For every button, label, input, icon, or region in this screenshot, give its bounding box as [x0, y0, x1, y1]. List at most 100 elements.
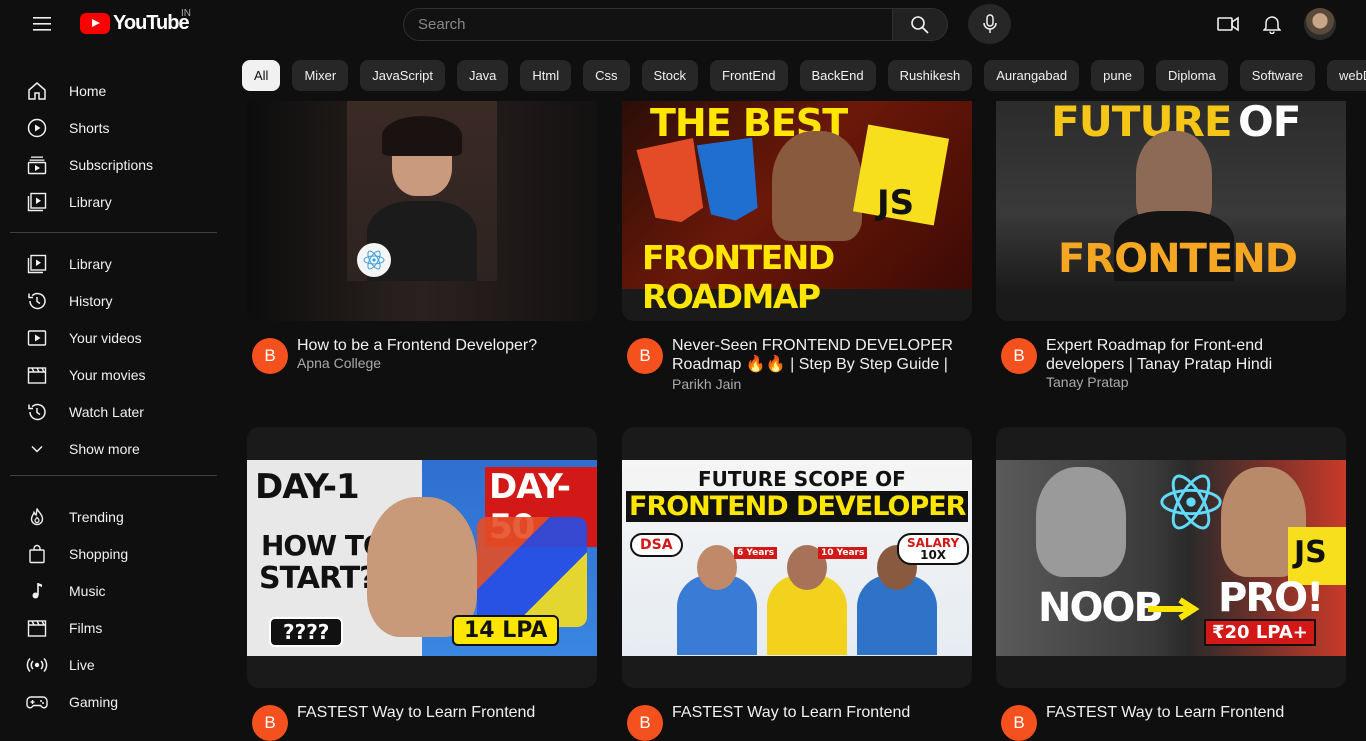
menu-icon[interactable]	[26, 8, 58, 40]
history-icon	[26, 290, 48, 312]
chip-webdev[interactable]: webDev	[1327, 60, 1366, 91]
chip-java[interactable]: Java	[456, 60, 509, 91]
sidebar-item-label: Music	[69, 582, 106, 599]
sidebar-item-watch-later[interactable]: Watch Later	[0, 393, 230, 430]
video-title[interactable]: FASTEST Way to Learn Frontend	[672, 703, 957, 722]
sidebar-item-label: Library	[69, 193, 112, 210]
sidebar-item-home[interactable]: Home	[0, 72, 230, 109]
chip-pune[interactable]: pune	[1091, 60, 1145, 91]
thumbnail-headline: FUTURE SCOPE OF	[698, 467, 906, 491]
sidebar-item-live[interactable]: Live	[0, 646, 230, 683]
chip-frontend[interactable]: FrontEnd	[710, 60, 788, 91]
search-button[interactable]	[892, 8, 948, 41]
channel-avatar[interactable]: B	[627, 705, 663, 741]
movies-icon	[26, 364, 48, 386]
films-icon	[26, 617, 48, 639]
experience-badge-2: 10 Years	[818, 547, 868, 559]
region-code: IN	[181, 8, 191, 19]
channel-avatar[interactable]: B	[1001, 705, 1037, 741]
salary-multiplier: 10X	[920, 548, 947, 562]
chip-all[interactable]: All	[242, 60, 281, 91]
sidebar-item-your-videos[interactable]: Your videos	[0, 319, 230, 356]
youtube-logo[interactable]: YouTube	[80, 12, 190, 35]
sidebar-item-trending[interactable]: Trending	[0, 498, 230, 535]
chip-mixer[interactable]: Mixer	[292, 60, 349, 91]
js-badge-text: JS	[877, 183, 915, 223]
sidebar-item-library[interactable]: Library	[0, 183, 230, 220]
video-title[interactable]: Expert Roadmap for Front-end developers …	[1046, 336, 1331, 374]
top-bar: YouTube IN	[0, 0, 1366, 50]
sidebar-group-explore: Trending Shopping Music Films Live Gamin…	[0, 498, 230, 720]
channel-avatar[interactable]: B	[627, 338, 663, 374]
dsa-bubble: DSA	[630, 533, 683, 557]
sidebar-item-films[interactable]: Films	[0, 609, 230, 646]
sidebar-item-music[interactable]: Music	[0, 572, 230, 609]
sidebar-item-gaming[interactable]: Gaming	[0, 683, 230, 720]
chip-css[interactable]: Css	[583, 60, 630, 91]
chip-html[interactable]: Html	[520, 60, 572, 91]
sidebar-item-label: Your videos	[69, 329, 142, 346]
music-icon	[26, 580, 48, 602]
video-title[interactable]: FASTEST Way to Learn Frontend	[1046, 703, 1331, 722]
video-thumbnail[interactable]: FUTURE OF FRONTEND	[996, 101, 1346, 321]
account-avatar[interactable]	[1304, 8, 1336, 40]
shorts-icon	[26, 117, 48, 139]
channel-avatar[interactable]: B	[252, 705, 288, 741]
video-title[interactable]: FASTEST Way to Learn Frontend	[297, 703, 582, 722]
channel-avatar[interactable]: B	[252, 338, 288, 374]
chip-backend[interactable]: BackEnd	[799, 60, 876, 91]
video-title[interactable]: How to be a Frontend Developer?	[297, 336, 582, 355]
channel-name[interactable]: Tanay Pratap	[1046, 374, 1129, 390]
chip-javascript[interactable]: JavaScript	[360, 60, 445, 91]
tech-logos-icon	[477, 517, 587, 627]
sidebar-item-label: Show more	[69, 440, 140, 457]
sidebar-item-shopping[interactable]: Shopping	[0, 535, 230, 572]
video-thumbnail[interactable]: FUTURE SCOPE OF FRONTEND DEVELOPER DSA 6…	[622, 427, 972, 688]
create-video-button[interactable]	[1212, 8, 1244, 40]
channel-avatar[interactable]: B	[1001, 338, 1037, 374]
thumbnail-headline: FUTURE	[1051, 101, 1233, 146]
thumbnail-unknown-salary: ????	[269, 617, 344, 647]
gaming-icon	[26, 691, 48, 713]
channel-name[interactable]: Apna College	[297, 355, 381, 371]
logo-text: YouTube	[113, 12, 190, 34]
sidebar-group-main: Home Shorts Subscriptions Library	[0, 72, 230, 220]
thumbnail-subheadline: FRONTEND DEVELOPER	[626, 491, 969, 522]
sidebar-item-show-more[interactable]: Show more	[0, 430, 230, 467]
thumbnail-person	[772, 131, 862, 241]
thumbnail-person-left	[1036, 467, 1126, 577]
watch-later-icon	[26, 401, 48, 423]
video-camera-icon	[1217, 16, 1239, 32]
search-icon	[911, 15, 929, 34]
live-icon	[26, 654, 48, 676]
search-box	[403, 8, 893, 41]
video-thumbnail[interactable]: THE BEST JS FRONTEND ROADMAP	[622, 101, 972, 321]
sidebar-item-subscriptions[interactable]: Subscriptions	[0, 146, 230, 183]
notifications-button[interactable]	[1256, 8, 1288, 40]
filter-chips-bar: All Mixer JavaScript Java Html Css Stock FrontE…	[242, 60, 1366, 92]
search-input[interactable]	[418, 16, 892, 33]
sidebar-item-library[interactable]: Library	[0, 245, 230, 282]
salary-bubble: SALARY 10X	[897, 533, 970, 565]
chip-aurangabad[interactable]: Aurangabad	[984, 60, 1080, 91]
thumbnail-people	[677, 545, 937, 655]
sidebar-item-your-movies[interactable]: Your movies	[0, 356, 230, 393]
voice-search-button[interactable]	[968, 4, 1011, 44]
video-thumbnail[interactable]	[247, 101, 597, 321]
sidebar-item-label: Gaming	[69, 693, 119, 710]
chevron-down-icon	[26, 438, 48, 460]
chip-stock[interactable]: Stock	[641, 60, 699, 91]
sidebar-item-label: Live	[69, 656, 95, 673]
video-thumbnail[interactable]: JS NOOB PRO! ₹20 LPA+	[996, 427, 1346, 688]
noob-label: NOOB	[1038, 585, 1164, 631]
chip-rushikesh[interactable]: Rushikesh	[887, 60, 973, 91]
video-title[interactable]: Never-Seen FRONTEND DEVELOPER Roadmap 🔥🔥…	[672, 336, 957, 374]
sidebar-item-shorts[interactable]: Shorts	[0, 109, 230, 146]
sidebar-item-label: Home	[69, 82, 107, 99]
chip-software[interactable]: Software	[1239, 60, 1316, 91]
channel-name[interactable]: Parikh Jain	[672, 376, 741, 392]
chip-diploma[interactable]: Diploma	[1156, 60, 1228, 91]
sidebar-item-history[interactable]: History	[0, 282, 230, 319]
video-thumbnail[interactable]: DAY-1 DAY-50 HOW TO START? ???? 14 LPA	[247, 427, 597, 688]
thumbnail-subheadline: FRONTEND ROADMAP	[642, 238, 835, 316]
